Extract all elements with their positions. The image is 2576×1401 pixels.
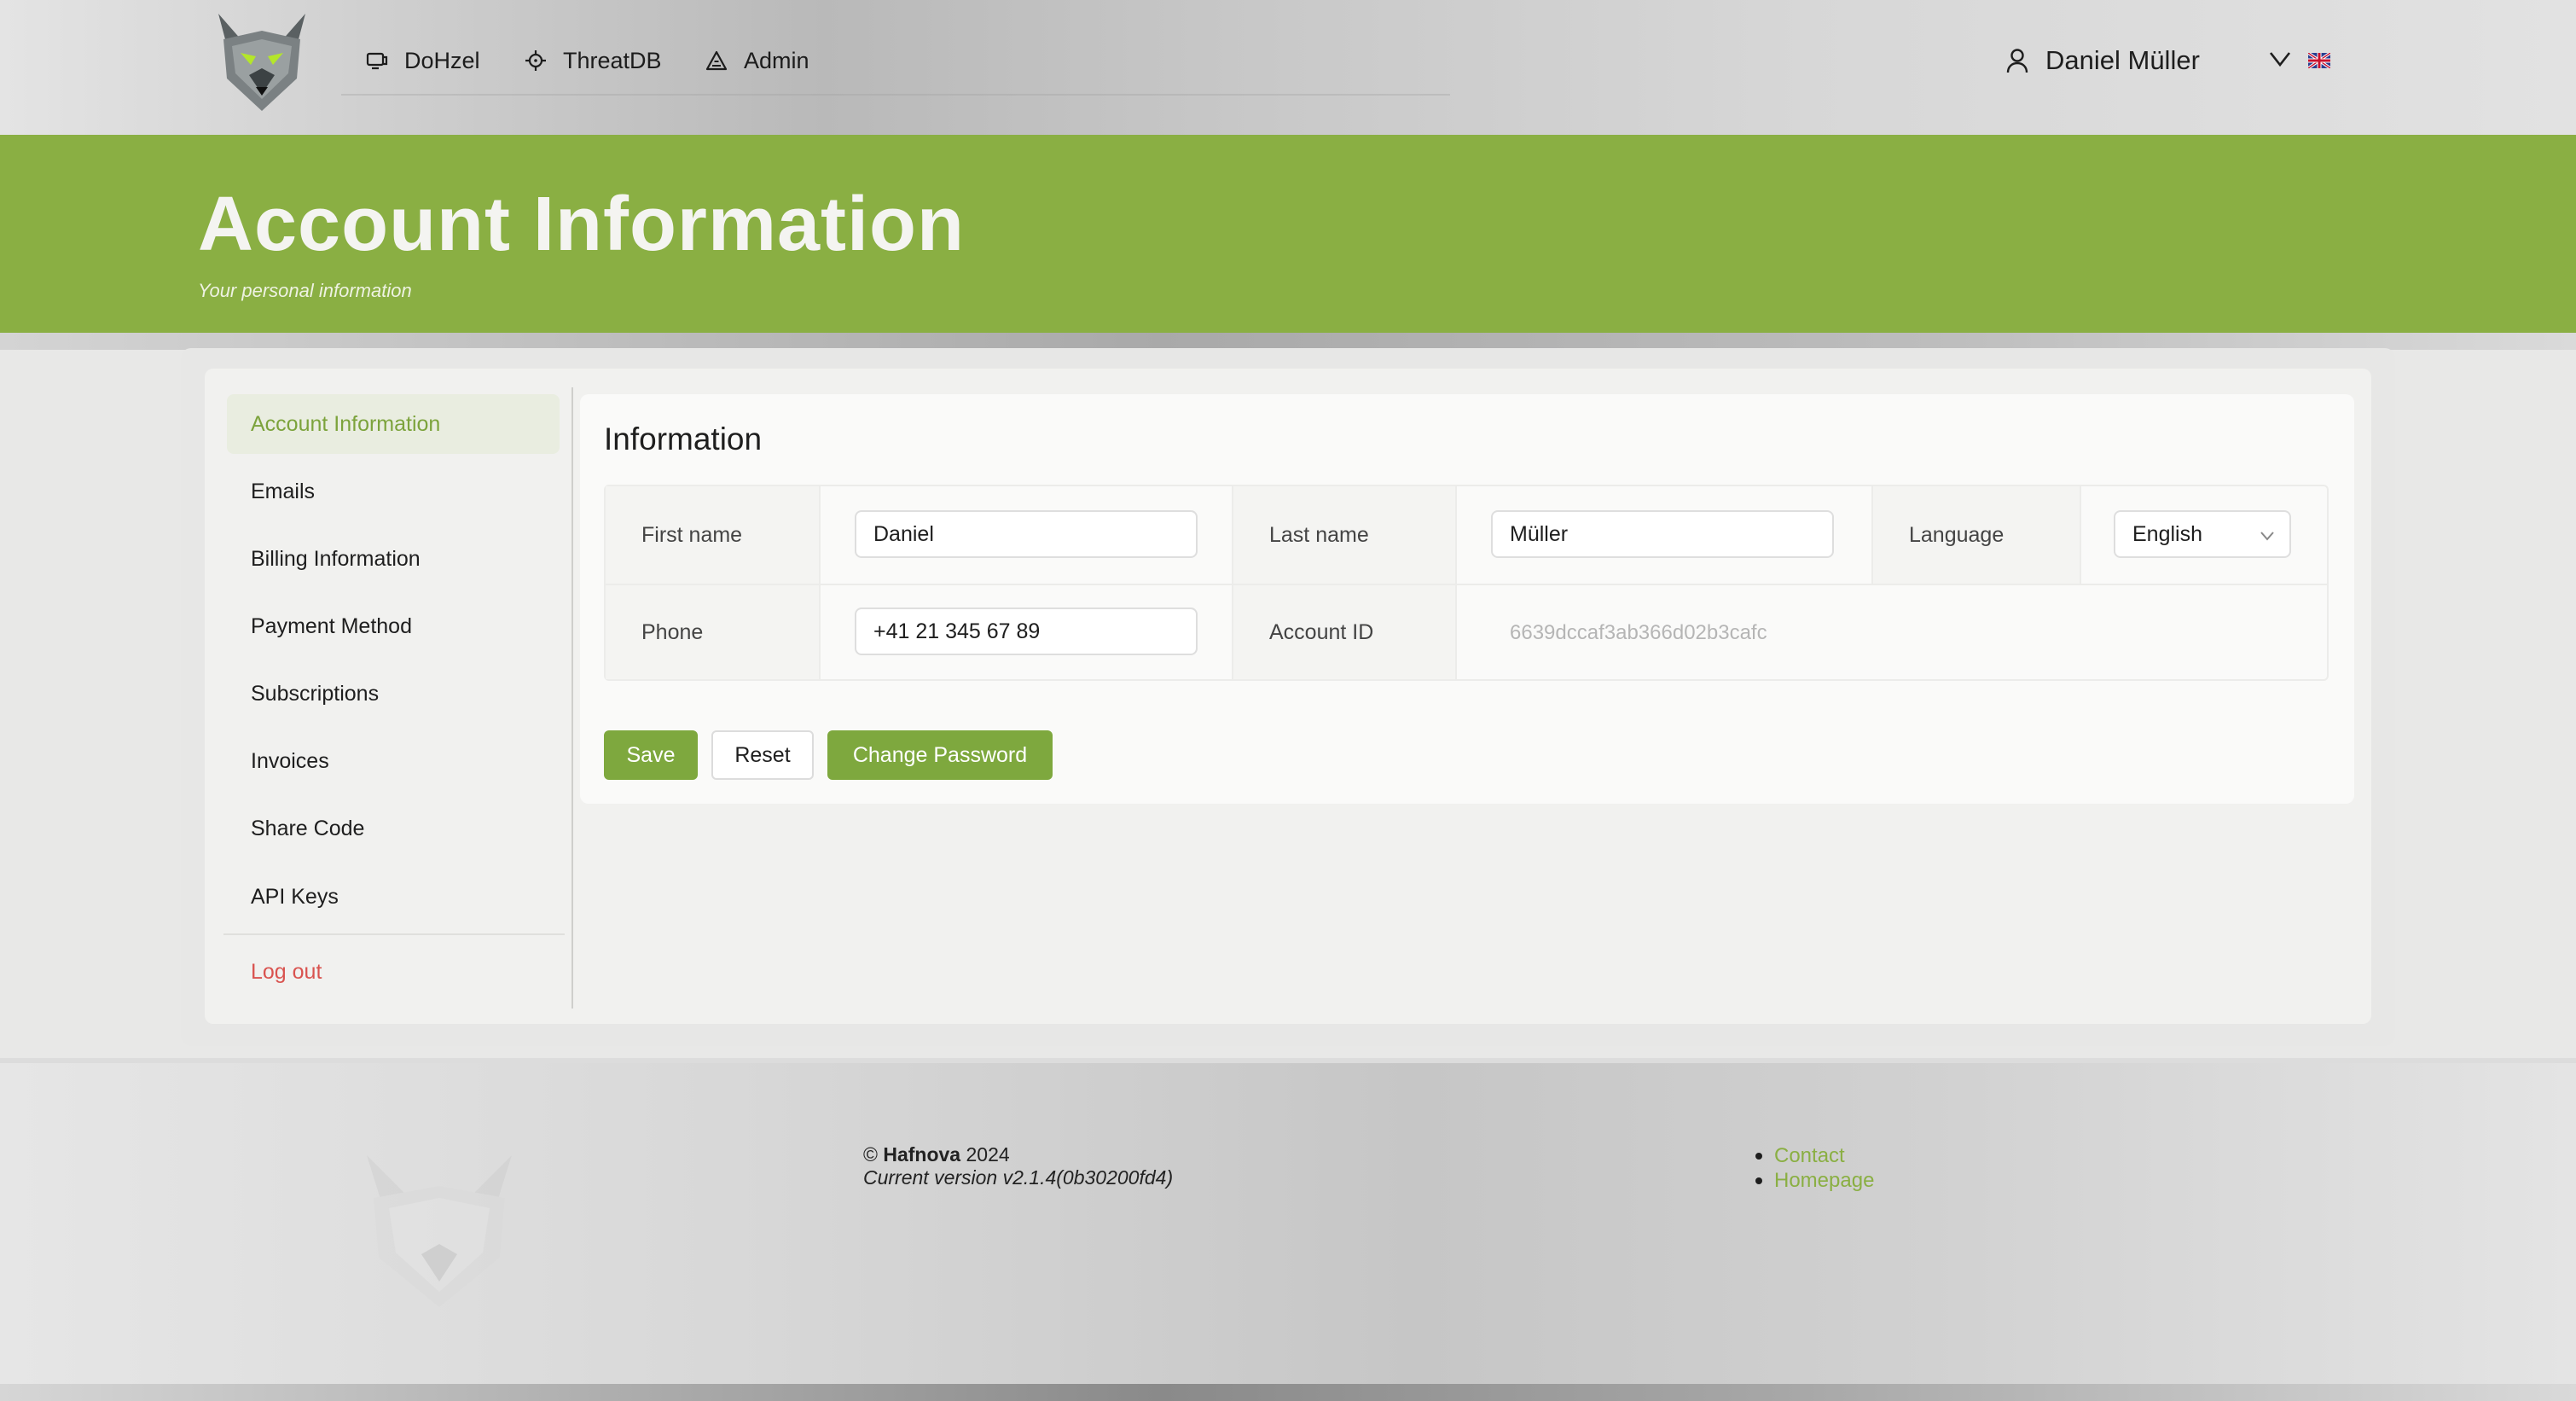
version-text: Current version v2.1.4(0b30200fd4)	[863, 1166, 1174, 1189]
chevron-down-icon	[2260, 532, 2274, 541]
page-title: Account Information	[198, 182, 965, 267]
user-icon	[2006, 49, 2028, 73]
table-column-divider	[819, 486, 821, 679]
bullet-icon	[1755, 1177, 1762, 1184]
sidebar-divider-line	[223, 933, 565, 935]
language-select[interactable]: English	[2114, 510, 2291, 558]
sidebar-item-label: Payment Method	[251, 613, 412, 638]
page-subtitle: Your personal information	[198, 280, 412, 301]
logout-label: Log out	[251, 959, 322, 984]
footer-link-contact[interactable]: Contact	[1755, 1143, 1874, 1168]
sidebar-item-invoices[interactable]: Invoices	[227, 731, 560, 791]
logout-link[interactable]: Log out	[227, 942, 560, 1002]
table-column-divider	[2080, 486, 2081, 584]
nav-item-admin[interactable]: Admin	[705, 41, 809, 80]
copyright-symbol: ©	[863, 1143, 878, 1166]
change-password-button[interactable]: Change Password	[827, 730, 1053, 780]
wolf-logo-icon[interactable]	[206, 5, 317, 116]
section-title: Information	[604, 421, 763, 456]
account-id-label: Account ID	[1233, 585, 1455, 679]
sidebar-item-label: Emails	[251, 479, 316, 503]
sidebar-item-label: Invoices	[251, 748, 329, 773]
sidebar-item-label: Billing Information	[251, 546, 421, 571]
warning-triangle-icon	[705, 50, 728, 71]
language-label: Language	[1873, 486, 2080, 584]
sidebar-item-label: API Keys	[251, 884, 339, 909]
copyright-year: 2024	[966, 1143, 1010, 1166]
sidebar-item-account-information[interactable]: Account Information	[227, 394, 560, 454]
footer-copyright: © Hafnova 2024 Current version v2.1.4(0b…	[863, 1143, 1173, 1189]
account-id-value: 6639dccaf3ab366d02b3cafc	[1510, 621, 1767, 644]
reset-button[interactable]: Reset	[711, 730, 814, 780]
nav-item-label: Admin	[744, 47, 809, 73]
language-select-value: English	[2132, 521, 2202, 546]
last-name-input[interactable]	[1491, 510, 1834, 558]
nav-item-threatdb[interactable]: ThreatDB	[524, 41, 662, 80]
page-header-banner: Account Information Your personal inform…	[0, 135, 2576, 333]
sidebar-item-payment-method[interactable]: Payment Method	[227, 596, 560, 656]
sidebar-item-api-keys[interactable]: API Keys	[227, 867, 560, 927]
sidebar-vertical-divider	[571, 387, 573, 1009]
last-name-label: Last name	[1233, 486, 1455, 584]
uk-flag-icon[interactable]	[2308, 53, 2330, 68]
nav-item-dohzel[interactable]: DoHzel	[365, 41, 480, 80]
user-name: Daniel Müller	[2045, 45, 2200, 75]
wolf-logo-watermark-icon	[367, 1155, 512, 1307]
nav-item-label: DoHzel	[404, 47, 480, 73]
footer-link-homepage[interactable]: Homepage	[1755, 1168, 1874, 1193]
crosshair-icon	[525, 50, 546, 71]
footer-link-label: Homepage	[1774, 1169, 1875, 1192]
monitor-icon	[366, 52, 388, 70]
phone-label: Phone	[606, 585, 819, 679]
save-button[interactable]: Save	[604, 730, 698, 780]
sidebar-item-emails[interactable]: Emails	[227, 462, 560, 521]
user-menu[interactable]: Daniel Müller	[2005, 39, 2200, 82]
sidebar-item-share-code[interactable]: Share Code	[227, 799, 560, 858]
nav-item-label: ThreatDB	[563, 47, 662, 73]
table-row-divider	[606, 584, 2327, 585]
header-shadow-band	[0, 333, 2576, 350]
table-column-divider	[1455, 486, 1457, 679]
sidebar-item-label: Subscriptions	[251, 681, 380, 706]
table-column-divider	[1232, 486, 1233, 679]
company-name: Hafnova	[883, 1143, 961, 1166]
first-name-label: First name	[606, 486, 819, 584]
bottom-strip	[0, 1384, 2576, 1401]
sidebar-item-label: Share Code	[251, 816, 365, 840]
sidebar-item-billing-information[interactable]: Billing Information	[227, 529, 560, 589]
bullet-icon	[1755, 1152, 1762, 1160]
phone-input[interactable]	[855, 607, 1198, 655]
chevron-down-icon[interactable]	[2267, 46, 2293, 72]
footer-links: Contact Homepage	[1755, 1143, 1874, 1193]
nav-divider	[341, 94, 1450, 96]
sidebar-item-label: Account Information	[251, 411, 441, 436]
first-name-input[interactable]	[855, 510, 1198, 558]
table-column-divider	[1871, 486, 1873, 584]
sidebar-item-subscriptions[interactable]: Subscriptions	[227, 664, 560, 724]
footer-link-label: Contact	[1774, 1144, 1845, 1167]
